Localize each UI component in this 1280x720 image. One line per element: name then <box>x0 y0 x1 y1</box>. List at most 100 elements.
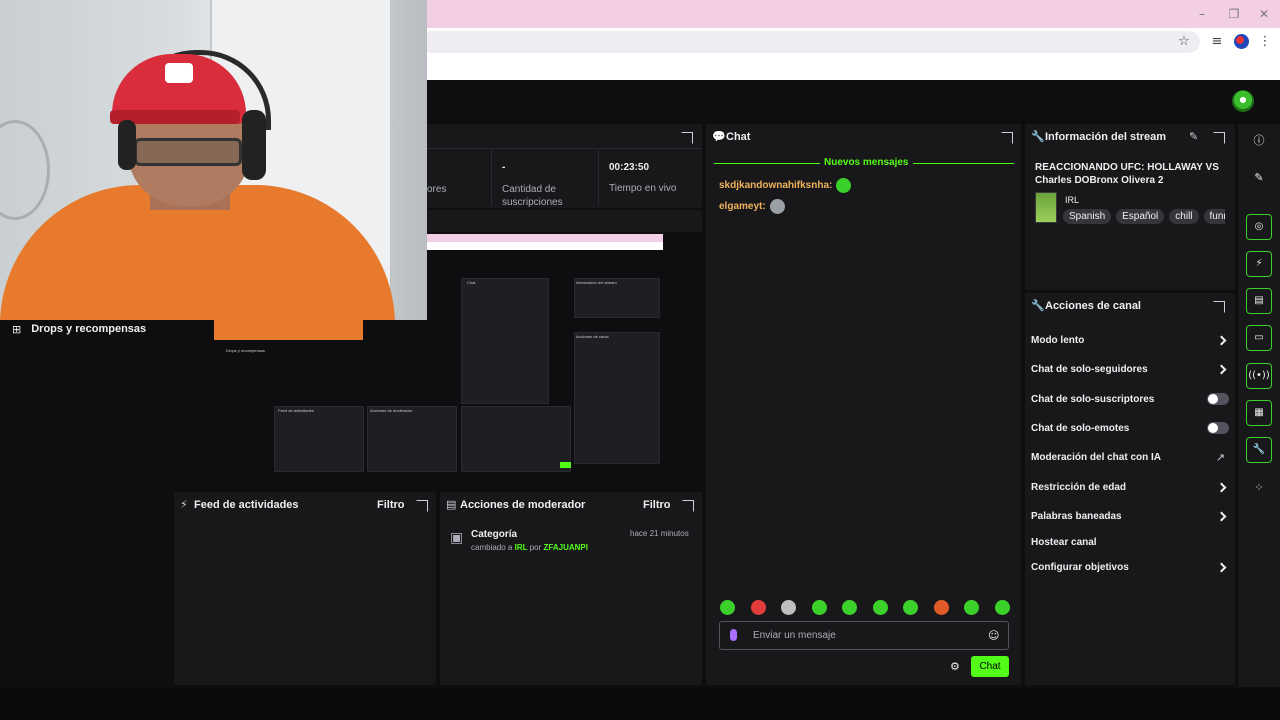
emote-button[interactable] <box>720 600 735 615</box>
divider <box>427 148 702 149</box>
event-detail: cambiado a IRL por ZFAJUANPI <box>471 543 588 552</box>
channel-action-row[interactable]: Hostear canal <box>1031 532 1229 552</box>
channel-action-label: Palabras baneadas <box>1031 510 1122 522</box>
restore-icon[interactable]: ❐ <box>1226 6 1242 22</box>
layout-icon[interactable]: ▦ <box>1246 400 1272 426</box>
chevron-right-icon[interactable] <box>1216 364 1227 374</box>
microphone-icon[interactable] <box>730 629 737 641</box>
emote-button[interactable] <box>903 600 919 615</box>
chat-input-placeholder: Enviar un mensaje <box>753 630 836 641</box>
stream-tag[interactable]: Español <box>1116 209 1165 224</box>
channel-action-row[interactable]: Chat de solo-suscriptores <box>1031 389 1229 409</box>
popout-icon[interactable] <box>1213 301 1225 313</box>
page-footer <box>0 688 1280 720</box>
emote-button[interactable] <box>994 600 1010 615</box>
address-bar[interactable] <box>420 31 1200 53</box>
close-window-icon[interactable]: ✕ <box>1256 6 1272 22</box>
channel-action-row[interactable]: Modo lento <box>1031 330 1229 350</box>
chat-message: elgameyt: <box>719 199 785 214</box>
channel-action-row[interactable]: Chat de solo-emotes <box>1031 418 1229 438</box>
channel-action-label: Chat de solo-seguidores <box>1031 363 1148 375</box>
panel-title: Acciones de moderador <box>460 499 586 511</box>
emote-quickbar <box>720 600 1010 615</box>
popout-icon[interactable] <box>416 500 428 512</box>
chat-settings-gear-icon[interactable]: ⚙ <box>950 660 960 673</box>
gift-icon: ⊞ <box>12 322 22 336</box>
category-name[interactable]: IRL <box>1065 195 1079 205</box>
dots-icon[interactable]: ⁘ <box>1246 475 1272 501</box>
panel-title: Chat <box>726 131 751 143</box>
moderator-username[interactable]: ZFAJUANPI <box>544 543 588 552</box>
info-icon[interactable]: ⓘ <box>1246 128 1272 154</box>
popout-icon[interactable] <box>682 500 694 512</box>
chat-username[interactable]: elgameyt: <box>719 201 766 212</box>
emote-button[interactable] <box>811 600 827 615</box>
chat-bubble-icon[interactable]: ▭ <box>1246 325 1272 351</box>
emote-button[interactable] <box>964 600 980 615</box>
uptime-value: 00:23:50 <box>609 162 650 173</box>
channel-action-label: Modo lento <box>1031 334 1085 346</box>
emote-button[interactable] <box>781 600 797 615</box>
channel-action-label: Configurar objetivos <box>1031 561 1129 573</box>
user-avatar[interactable] <box>1232 90 1254 112</box>
external-link-icon[interactable]: ↗ <box>1216 451 1225 464</box>
tag-list: Spanish Español chill funn <box>1063 209 1225 224</box>
emote-button[interactable] <box>872 600 888 615</box>
sidebar-item-drops[interactable]: ⊞ Drops y recompensas <box>12 320 172 338</box>
bookmark-star-icon[interactable]: ☆ <box>1175 33 1193 51</box>
filter-button[interactable]: Filtro <box>643 499 671 511</box>
chevron-right-icon[interactable] <box>1216 511 1227 521</box>
stream-tag[interactable]: Spanish <box>1063 209 1112 224</box>
chat-username[interactable]: skdjkandownahifksnha: <box>719 180 832 191</box>
divider <box>491 150 492 206</box>
toggle-switch[interactable] <box>1207 422 1229 434</box>
browser-menu-icon[interactable]: ⋮ <box>1256 33 1274 51</box>
broadcast-icon[interactable]: ((•)) <box>1246 363 1272 389</box>
emote-button[interactable] <box>750 600 766 615</box>
stats-panel: ores - Cantidad de suscripciones 00:23:5… <box>427 124 702 208</box>
popout-icon[interactable] <box>1213 132 1225 144</box>
document-icon[interactable]: ▤ <box>1246 288 1272 314</box>
pencil-icon[interactable]: ✎ <box>1189 130 1198 143</box>
category-change-icon: ▣ <box>450 530 464 546</box>
emote-button[interactable] <box>842 600 858 615</box>
chevron-right-icon[interactable] <box>1216 482 1227 492</box>
document-icon: ▤ <box>446 498 457 511</box>
channel-action-label: Moderación del chat con IA <box>1031 451 1162 463</box>
channel-action-row[interactable]: Chat de solo-seguidores <box>1031 359 1229 379</box>
channel-action-row[interactable]: Configurar objetivos <box>1031 557 1229 577</box>
channel-action-row[interactable]: Palabras baneadas <box>1031 506 1229 526</box>
chat-send-button[interactable]: Chat <box>971 656 1009 677</box>
channel-action-label: Restricción de edad <box>1031 481 1127 493</box>
channel-action-row[interactable]: Restricción de edad <box>1031 477 1229 497</box>
new-messages-label: Nuevos mensajes <box>820 157 913 168</box>
filter-button[interactable]: Filtro <box>377 499 405 511</box>
popout-icon[interactable] <box>1001 132 1013 144</box>
popout-icon[interactable] <box>681 132 693 144</box>
subs-label: Cantidad de suscripciones <box>502 184 563 208</box>
media-queue-icon[interactable]: ≡ <box>1208 33 1226 51</box>
stream-info-panel: 🔧 Información del stream ✎ REACCIONANDO … <box>1025 124 1235 290</box>
moderator-actions-panel: ▤ Acciones de moderador Filtro ▣ Categor… <box>440 492 702 685</box>
toggle-switch[interactable] <box>1207 393 1229 405</box>
panel-title: Acciones de canal <box>1045 300 1141 312</box>
channel-action-row[interactable]: Moderación del chat con IA ↗ <box>1031 447 1229 467</box>
sidebar-item-label: Drops y recompensas <box>31 323 147 335</box>
lightning-icon[interactable]: ⚡ <box>1246 251 1272 277</box>
emote-button[interactable] <box>933 600 949 615</box>
wrench-icon[interactable]: 🔧 <box>1246 437 1272 463</box>
chevron-right-icon[interactable] <box>1216 562 1227 572</box>
channel-action-label: Chat de solo-suscriptores <box>1031 393 1155 405</box>
chat-input[interactable]: Enviar un mensaje ☺ <box>719 621 1009 650</box>
stream-tag[interactable]: chill <box>1169 209 1199 224</box>
camera-icon[interactable]: ◎ <box>1246 214 1272 240</box>
minimize-icon[interactable]: – <box>1194 6 1210 22</box>
panel-title: Información del stream <box>1045 131 1167 143</box>
chevron-right-icon[interactable] <box>1216 335 1227 345</box>
stream-tag[interactable]: funn <box>1203 209 1225 224</box>
pencil-icon[interactable]: ✎ <box>1246 165 1272 191</box>
activity-feed-panel: ⚡ Feed de actividades Filtro <box>174 492 436 685</box>
category-thumbnail[interactable] <box>1035 192 1057 223</box>
emote-picker-icon[interactable]: ☺ <box>988 629 999 642</box>
profile-avatar[interactable] <box>1234 34 1249 49</box>
